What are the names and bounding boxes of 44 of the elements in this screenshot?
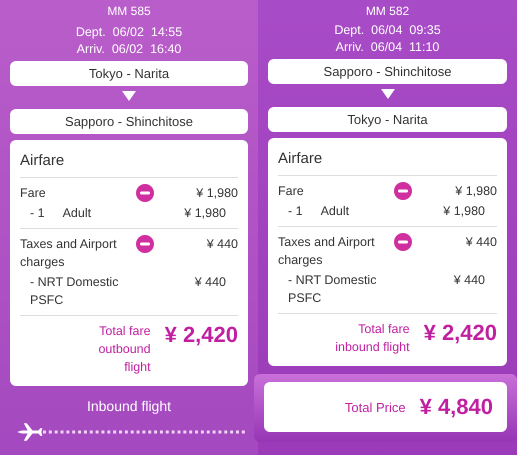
destination-airport: Sapporo - Shinchitose — [10, 109, 248, 134]
down-arrow-icon — [380, 89, 394, 99]
collapse-icon[interactable] — [136, 235, 154, 253]
fare-label: Fare — [20, 185, 47, 202]
destination-airport: Tokyo - Narita — [268, 107, 507, 132]
fee-label: - NRT Domestic PSFC — [288, 272, 378, 307]
fee-amount: ¥ 440 — [452, 272, 485, 289]
origin-airport: Tokyo - Narita — [10, 61, 248, 86]
passenger-count: - 1 — [288, 203, 303, 220]
arrival-time: Arriv. 06/04 11:10 — [336, 39, 440, 56]
fee-amount: ¥ 1,980 — [442, 203, 485, 220]
fare-label: Taxes and Airport charges — [20, 236, 118, 271]
collapse-icon[interactable] — [394, 182, 412, 200]
fare-amount: ¥ 440 — [464, 234, 497, 251]
fee-amount: ¥ 1,980 — [183, 205, 226, 222]
total-price-label: Total Price — [344, 400, 406, 414]
arrival-time: Arriv. 06/02 16:40 — [76, 41, 182, 58]
collapse-icon[interactable] — [394, 233, 412, 251]
fare-label: Fare — [278, 183, 305, 200]
total-fare-amount: ¥ 2,420 — [164, 322, 238, 348]
fee-label: - NRT Domestic PSFC — [30, 274, 120, 309]
fare-amount: ¥ 1,980 — [195, 185, 238, 202]
passenger-type: Adult — [62, 205, 92, 222]
airplane-icon — [16, 422, 44, 442]
fare-amount: ¥ 1,980 — [454, 183, 497, 200]
departure-time: Dept. 06/02 14:55 — [76, 24, 182, 41]
origin-airport: Sapporo - Shinchitose — [268, 59, 507, 84]
fee-amount: ¥ 440 — [194, 274, 226, 291]
passenger-count: - 1 — [30, 205, 45, 222]
flight-number: MM 585 — [107, 4, 151, 18]
card-title: Airfare — [278, 146, 497, 176]
total-fare-label: Total fare outbound flight — [98, 323, 151, 376]
passenger-type: Adult — [320, 203, 350, 220]
fare-label: Taxes and Airport charges — [278, 234, 376, 269]
fare-amount: ¥ 440 — [206, 236, 238, 253]
flight-number: MM 582 — [366, 4, 410, 18]
section-heading: Inbound flight — [86, 398, 172, 414]
card-title: Airfare — [20, 148, 238, 178]
departure-time: Dept. 06/04 09:35 — [334, 22, 441, 39]
down-arrow-icon — [122, 91, 136, 101]
collapse-icon[interactable] — [136, 184, 154, 202]
total-fare-label: Total fare inbound flight — [335, 321, 410, 356]
total-fare-amount: ¥ 2,420 — [424, 320, 497, 346]
total-price-amount: ¥ 4,840 — [420, 394, 493, 420]
